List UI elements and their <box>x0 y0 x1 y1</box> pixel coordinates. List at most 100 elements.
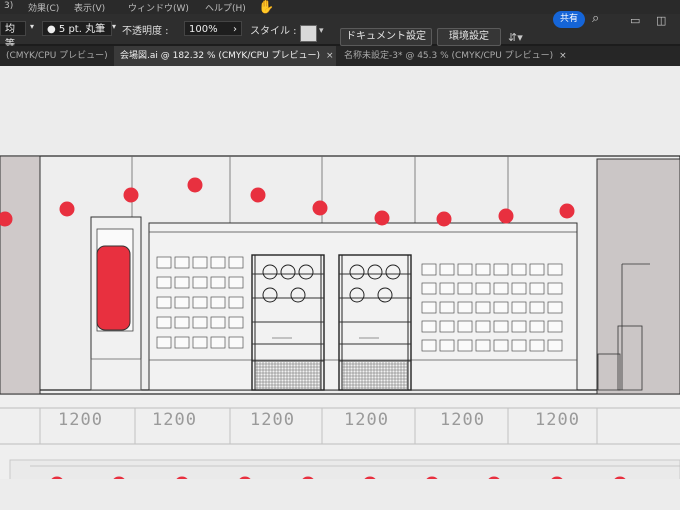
dimension-label: 1200 <box>58 410 103 430</box>
shelf-cell <box>493 339 509 352</box>
close-icon[interactable]: × <box>559 51 567 61</box>
light-marker <box>559 203 575 219</box>
chevron-down-icon[interactable]: ▾ <box>30 22 34 31</box>
shelf-cell <box>457 282 473 295</box>
close-icon[interactable]: × <box>326 51 334 61</box>
long-shelf-unit <box>148 222 578 391</box>
brush-value: 5 pt. 丸筆 <box>58 24 106 35</box>
shelf-cell <box>210 296 226 309</box>
menu-item-effect[interactable]: 効果(C) <box>28 1 59 14</box>
shelf-cell <box>493 301 509 314</box>
shelf-cell <box>228 276 244 289</box>
shelf-cell <box>529 263 545 276</box>
tab-label: 名称未設定-3* @ 45.3 % (CMYK/CPU プレビュー) <box>344 51 554 61</box>
light-marker <box>250 187 266 203</box>
shelf-cell <box>210 256 226 269</box>
shelf-cell <box>439 263 455 276</box>
opacity-field[interactable]: 100% › <box>184 21 242 36</box>
shelf-cell <box>192 256 208 269</box>
light-marker <box>312 200 328 216</box>
shelf-cell <box>475 263 491 276</box>
menu-item-help[interactable]: ヘルプ(H) <box>205 1 246 14</box>
shelf-cell <box>457 301 473 314</box>
shelf-cell <box>511 263 527 276</box>
shelf-cell <box>192 276 208 289</box>
light-marker <box>374 210 390 226</box>
shelf-cell <box>493 263 509 276</box>
arrange-icon[interactable]: ⇵▾ <box>508 31 523 44</box>
shelf-cell <box>228 336 244 349</box>
shelf-cell <box>511 301 527 314</box>
hand-tool-icon[interactable]: ✋ <box>258 0 274 15</box>
shelf-cell <box>439 320 455 333</box>
light-marker <box>123 187 139 203</box>
chevron-right-icon: › <box>233 24 237 35</box>
shelf-cell <box>493 282 509 295</box>
shelf-cell <box>529 320 545 333</box>
shelf-cell <box>228 316 244 329</box>
light-marker <box>436 211 452 227</box>
shelf-cell <box>511 339 527 352</box>
style-label: スタイル : <box>250 26 297 37</box>
shelf-cell <box>421 301 437 314</box>
shelf-cell <box>547 282 563 295</box>
shelf-cell <box>529 339 545 352</box>
dimension-label: 1200 <box>250 410 295 430</box>
shelf-cell <box>421 263 437 276</box>
document-settings-button[interactable]: ドキュメント設定 <box>340 28 432 46</box>
menu-item-partial[interactable]: 3) <box>4 1 13 11</box>
search-icon[interactable]: ⌕ <box>592 11 599 26</box>
shelf-cell <box>493 320 509 333</box>
brush-select[interactable]: ● 5 pt. 丸筆 <box>42 21 112 36</box>
style-swatch[interactable] <box>300 25 317 42</box>
shelf-cell <box>174 336 190 349</box>
shelf-cell <box>475 339 491 352</box>
menu-item-view[interactable]: 表示(V) <box>74 1 105 14</box>
display-cabinet-left <box>90 216 142 391</box>
shelf-cell <box>511 320 527 333</box>
shelf-cell <box>421 320 437 333</box>
artboard-canvas[interactable]: 1200 1200 1200 1200 1200 1200 <box>0 66 680 510</box>
dimension-label: 1200 <box>344 410 389 430</box>
dimension-label: 1200 <box>535 410 580 430</box>
tab-document-1[interactable]: (CMYK/CPU プレビュー)× <box>0 46 121 66</box>
share-label: 共有 <box>559 14 578 24</box>
chevron-down-icon[interactable]: ▾ <box>112 22 116 31</box>
light-marker <box>498 208 514 224</box>
shelf-cell <box>156 296 172 309</box>
chevron-down-icon[interactable]: ▾ <box>319 26 324 36</box>
preferences-button[interactable]: 環境設定 <box>437 28 501 46</box>
shelf-cell <box>174 316 190 329</box>
workspace-icon[interactable]: ▭ <box>630 14 640 27</box>
panel-toggle-icon[interactable]: ◫ <box>656 14 666 27</box>
dimension-ticks <box>39 408 598 444</box>
shelf-cell <box>529 301 545 314</box>
share-button[interactable]: 共有 <box>553 11 585 28</box>
shelf-cell <box>228 296 244 309</box>
shelf-cell <box>475 320 491 333</box>
shelf-cell <box>421 282 437 295</box>
shelf-cell <box>421 339 437 352</box>
shelf-cell <box>529 282 545 295</box>
tab-document-active[interactable]: 会場図.ai @ 182.32 % (CMYK/CPU プレビュー) × <box>114 46 336 66</box>
floor-elevation-drawing[interactable]: 1200 1200 1200 1200 1200 1200 <box>0 154 680 479</box>
preferences-label: 環境設定 <box>449 31 489 42</box>
menu-item-window[interactable]: ウィンドウ(W) <box>128 1 189 14</box>
document-settings-label: ドキュメント設定 <box>346 31 426 42</box>
dimension-label: 1200 <box>440 410 485 430</box>
dimension-label: 1200 <box>152 410 197 430</box>
tab-document-3[interactable]: 名称未設定-3* @ 45.3 % (CMYK/CPU プレビュー) × <box>338 46 567 66</box>
shelf-cell <box>547 320 563 333</box>
shelf-cell <box>228 256 244 269</box>
shelf-cell <box>439 282 455 295</box>
shelf-cell <box>547 301 563 314</box>
shelf-cell <box>174 276 190 289</box>
tab-label: 会場図.ai @ 182.32 % (CMYK/CPU プレビュー) <box>120 51 321 61</box>
brush-dot-icon: ● <box>47 24 59 35</box>
shelf-cell <box>457 263 473 276</box>
light-marker <box>187 177 203 193</box>
shelf-cell <box>475 282 491 295</box>
shelf-cell <box>511 282 527 295</box>
profile-select[interactable]: 均等 <box>0 21 26 50</box>
shelf-cell <box>156 256 172 269</box>
